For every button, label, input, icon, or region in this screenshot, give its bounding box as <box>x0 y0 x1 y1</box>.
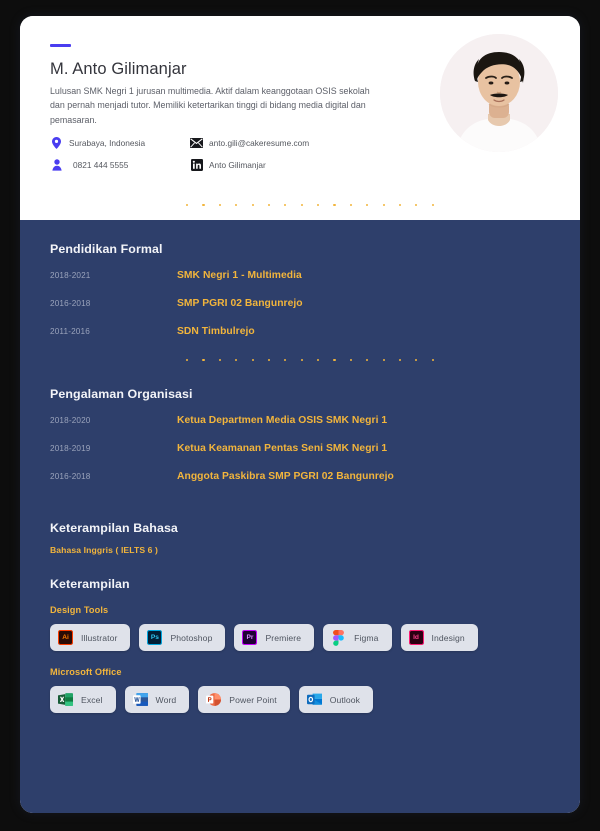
adobe-premiere-icon: Pr <box>242 630 258 646</box>
skill-chip-figma[interactable]: Figma <box>323 624 392 652</box>
skill-chip-label: Figma <box>354 632 379 643</box>
table-row: 2011-2016 SDN Timbulrejo <box>50 326 580 337</box>
skill-chip-label: Power Point <box>229 694 277 705</box>
skill-chip-photoshop[interactable]: Ps Photoshop <box>139 624 226 652</box>
skill-chip-label: Premiere <box>265 632 302 643</box>
skill-chip-illustrator[interactable]: Ai Illustrator <box>50 624 131 652</box>
entry-title: Ketua Departmen Media OSIS SMK Negri 1 <box>177 415 388 427</box>
contact-location-text: Surabaya, Indonesia <box>69 137 146 148</box>
contact-linkedin-text: Anto Gilimanjar <box>209 159 266 170</box>
figma-icon <box>331 629 346 646</box>
skills-group-design-tools: Ai Illustrator Ps Photoshop Pr Premiere <box>50 624 580 652</box>
adobe-indesign-icon: Id <box>408 630 424 646</box>
entry-years: 2016-2018 <box>50 472 91 482</box>
language-value: Bahasa Inggris ( IELTS 6 ) <box>50 545 158 556</box>
contact-email[interactable]: anto.gili@cakeresume.com <box>190 136 390 149</box>
adobe-illustrator-icon: Ai <box>58 630 73 646</box>
microsoft-outlook-icon <box>306 692 322 707</box>
contact-linkedin[interactable]: Anto Gilimanjar <box>190 158 390 171</box>
skills-group-label-office: Microsoft Office <box>50 667 122 678</box>
profile-summary: Lulusan SMK Negri 1 jurusan multimedia. … <box>50 86 370 125</box>
skill-chip-label: Word <box>155 694 177 705</box>
location-pin-icon <box>50 136 63 149</box>
page-title: M. Anto Gilimanjar <box>50 60 187 78</box>
entry-years: 2016-2018 <box>50 299 91 308</box>
resume-page: M. Anto Gilimanjar Lulusan SMK Negri 1 j… <box>20 16 580 813</box>
skill-chip-label: Illustrator <box>81 632 118 643</box>
entry-years: 2018-2021 <box>50 271 91 280</box>
accent-dash <box>50 44 71 47</box>
contact-list: Surabaya, Indonesia anto.gili@cakeresume… <box>50 136 390 171</box>
resume-body: Pendidikan Formal 2018-2021 SMK Negri 1 … <box>20 220 580 813</box>
adobe-photoshop-icon: Ps <box>147 630 163 646</box>
skill-chip-premiere[interactable]: Pr Premiere <box>234 624 315 652</box>
section-title-education: Pendidikan Formal <box>50 242 163 256</box>
skill-chip-powerpoint[interactable]: Power Point <box>198 686 290 714</box>
skill-chip-label: Photoshop <box>170 632 213 643</box>
section-title-skills: Keterampilan <box>50 577 130 592</box>
contact-email-text: anto.gili@cakeresume.com <box>209 137 310 148</box>
skill-chip-indesign[interactable]: Id Indesign <box>400 624 478 652</box>
dotted-divider-top <box>186 204 434 207</box>
section-title-organization: Pengalaman Organisasi <box>50 387 193 402</box>
skill-chip-label: Indesign <box>431 632 465 643</box>
avatar <box>440 34 558 152</box>
contact-phone-text: 0821 444 5555 <box>73 159 129 170</box>
entry-title: Anggota Paskibra SMP PGRI 02 Bangunrejo <box>177 471 394 483</box>
linkedin-icon <box>190 158 203 171</box>
skill-chip-label: Excel <box>81 694 103 705</box>
entry-years: 2018-2020 <box>50 416 91 426</box>
entry-title: SDN Timbulrejo <box>177 326 255 337</box>
contact-phone[interactable]: 0821 444 5555 <box>50 158 190 171</box>
skill-chip-word[interactable]: Word <box>124 686 190 714</box>
microsoft-excel-icon <box>58 692 73 707</box>
table-row: 2018-2020 Ketua Departmen Media OSIS SMK… <box>50 415 580 426</box>
skills-group-label-design: Design Tools <box>50 605 109 616</box>
entry-title: Ketua Keamanan Pentas Seni SMK Negri 1 <box>177 443 388 455</box>
microsoft-word-icon <box>132 692 148 707</box>
skills-group-microsoft-office: Excel Word Power Point Outlook <box>50 686 580 714</box>
microsoft-powerpoint-icon <box>206 692 222 707</box>
contact-location[interactable]: Surabaya, Indonesia <box>50 136 190 149</box>
entry-years: 2011-2016 <box>50 327 90 336</box>
skill-chip-excel[interactable]: Excel <box>50 686 116 714</box>
dotted-divider-middle <box>186 359 434 362</box>
skill-chip-label: Outlook <box>329 694 361 705</box>
entry-years: 2018-2019 <box>50 444 91 454</box>
section-title-language: Keterampilan Bahasa <box>50 521 178 536</box>
envelope-icon <box>190 136 203 149</box>
person-icon <box>50 158 63 171</box>
entry-title: SMK Negri 1 - Multimedia <box>177 270 302 281</box>
table-row: 2018-2019 Ketua Keamanan Pentas Seni SMK… <box>50 443 580 454</box>
entry-title: SMP PGRI 02 Bangunrejo <box>177 298 303 309</box>
table-row: 2016-2018 Anggota Paskibra SMP PGRI 02 B… <box>50 471 580 482</box>
resume-header: M. Anto Gilimanjar Lulusan SMK Negri 1 j… <box>20 16 580 220</box>
table-row: 2018-2021 SMK Negri 1 - Multimedia <box>50 270 580 281</box>
skill-chip-outlook[interactable]: Outlook <box>298 686 374 714</box>
table-row: 2016-2018 SMP PGRI 02 Bangunrejo <box>50 298 580 309</box>
